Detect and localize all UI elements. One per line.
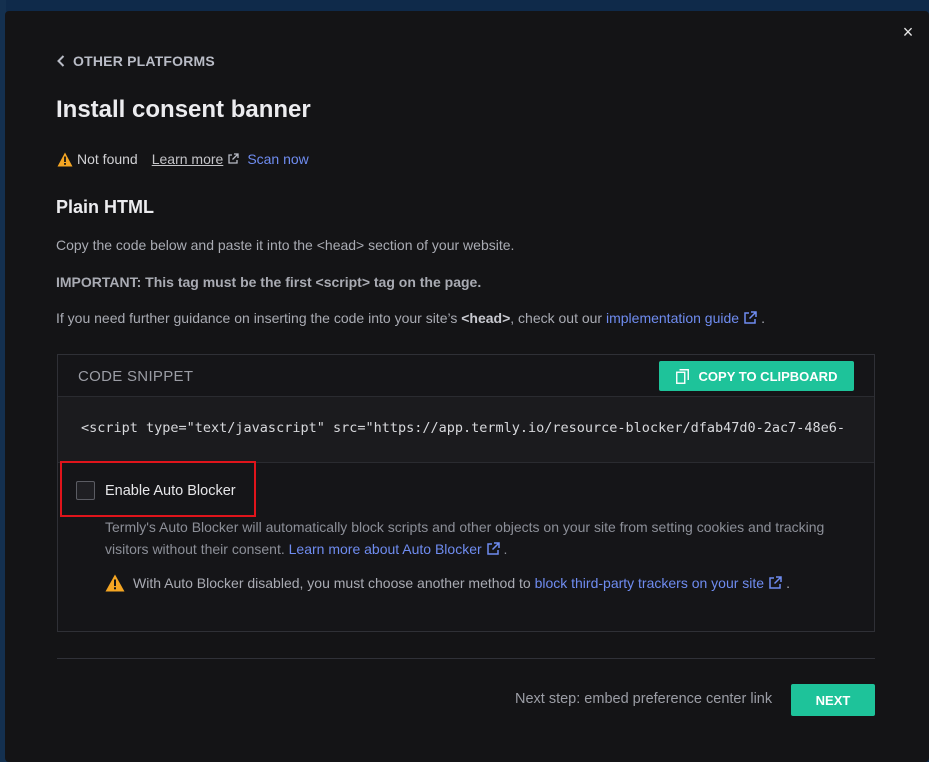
back-to-other-platforms-link[interactable]: OTHER PLATFORMS: [57, 53, 215, 69]
enable-auto-blocker-label[interactable]: Enable Auto Blocker: [105, 483, 236, 499]
warning-icon: [105, 574, 125, 592]
code-snippet-panel: CODE SNIPPET COPY TO CLIPBOARD <script t…: [57, 354, 875, 632]
guidance-middle: , check out our: [510, 310, 606, 326]
external-link-icon: [769, 576, 782, 589]
install-banner-modal: × OTHER PLATFORMS Install consent banner…: [5, 11, 929, 762]
enable-auto-blocker-checkbox[interactable]: [76, 481, 95, 500]
external-link-icon: [486, 542, 500, 555]
next-step-text: Next step: embed preference center link: [515, 691, 773, 707]
snippet-label: CODE SNIPPET: [78, 368, 194, 385]
section-subtitle: Plain HTML: [56, 197, 154, 217]
implementation-guide-link[interactable]: implementation guide: [606, 310, 739, 326]
snippet-header: CODE SNIPPET COPY TO CLIPBOARD: [58, 355, 874, 397]
chevron-left-icon: [57, 55, 65, 67]
auto-blocker-warning: With Auto Blocker disabled, you must cho…: [105, 574, 790, 592]
page-title: Install consent banner: [56, 96, 311, 123]
copy-button-label: COPY TO CLIPBOARD: [698, 368, 838, 384]
guidance-prefix: If you need further guidance on insertin…: [56, 310, 462, 326]
back-link-label: OTHER PLATFORMS: [73, 53, 215, 69]
next-button[interactable]: NEXT: [791, 684, 875, 716]
guidance-text: If you need further guidance on insertin…: [56, 310, 765, 326]
warning-suffix: .: [786, 575, 790, 591]
warning-prefix: With Auto Blocker disabled, you must cho…: [133, 575, 535, 591]
close-button[interactable]: ×: [899, 23, 917, 41]
scan-now-link[interactable]: Scan now: [247, 151, 308, 167]
auto-blocker-description: Termly's Auto Blocker will automatically…: [105, 516, 835, 560]
learn-more-link[interactable]: Learn more: [152, 151, 224, 167]
external-link-icon: [744, 311, 757, 324]
learn-more-auto-blocker-link[interactable]: Learn more about Auto Blocker: [289, 541, 482, 557]
copy-icon: [675, 368, 689, 384]
code-text[interactable]: <script type="text/javascript" src="http…: [58, 397, 874, 463]
auto-blocker-desc-suffix: .: [503, 541, 508, 557]
warning-icon: [57, 152, 73, 166]
footer-divider: [57, 658, 875, 659]
guidance-bold: <head>: [461, 310, 511, 326]
instruction-text: Copy the code below and paste it into th…: [56, 237, 515, 253]
detection-status: Not found Learn more Scan now: [57, 151, 309, 167]
copy-to-clipboard-button[interactable]: COPY TO CLIPBOARD: [659, 361, 854, 391]
block-third-party-trackers-link[interactable]: block third-party trackers on your site: [535, 575, 765, 591]
external-link-icon: [228, 153, 239, 164]
guidance-suffix: .: [761, 310, 765, 326]
status-text: Not found: [77, 151, 138, 167]
important-note: IMPORTANT: This tag must be the first <s…: [56, 274, 482, 290]
